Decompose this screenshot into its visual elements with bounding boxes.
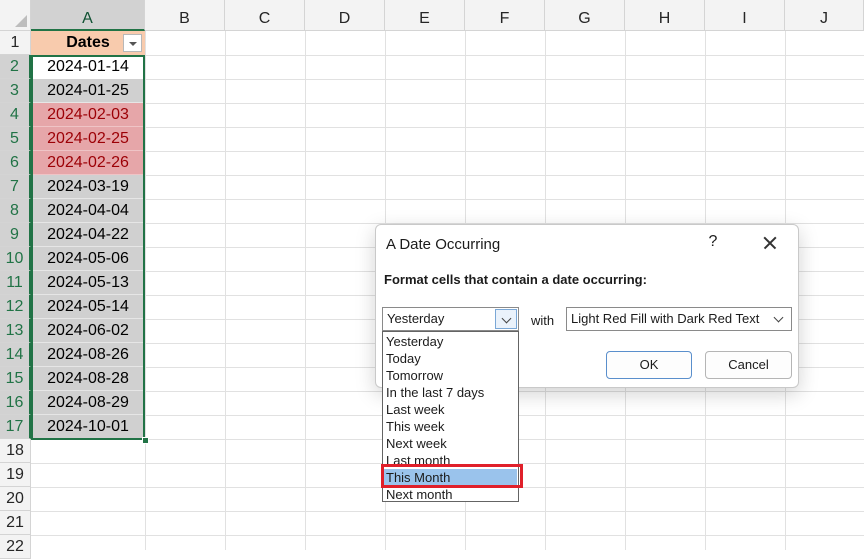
date-cell-highlighted[interactable]: 2024-02-26 bbox=[31, 151, 145, 175]
select-all-triangle-icon bbox=[15, 15, 27, 27]
column-header-h[interactable]: H bbox=[625, 0, 705, 31]
row-header-4[interactable]: 4 bbox=[0, 103, 31, 127]
cancel-button[interactable]: Cancel bbox=[705, 351, 792, 379]
date-cell[interactable]: 2024-06-02 bbox=[31, 319, 145, 343]
row-header-6[interactable]: 6 bbox=[0, 151, 31, 175]
gridline bbox=[145, 31, 146, 550]
date-cell[interactable]: 2024-04-04 bbox=[31, 199, 145, 223]
date-cell[interactable]: 2024-05-06 bbox=[31, 247, 145, 271]
row-header-5[interactable]: 5 bbox=[0, 127, 31, 151]
gridline bbox=[31, 199, 864, 200]
filter-dropdown-icon[interactable] bbox=[123, 34, 142, 52]
date-cell[interactable]: 2024-01-25 bbox=[31, 79, 145, 103]
date-cell[interactable]: 2024-10-01 bbox=[31, 415, 145, 439]
option-last-7-days[interactable]: In the last 7 days bbox=[384, 384, 517, 401]
row-header-11[interactable]: 11 bbox=[0, 271, 31, 295]
gridline bbox=[31, 175, 864, 176]
option-last-month[interactable]: Last month bbox=[384, 452, 517, 469]
column-header-d[interactable]: D bbox=[305, 0, 385, 31]
column-header-b[interactable]: B bbox=[145, 0, 225, 31]
row-header-1[interactable]: 1 bbox=[0, 31, 31, 55]
chevron-down-icon[interactable] bbox=[495, 309, 517, 329]
date-cell[interactable]: 2024-01-14 bbox=[31, 55, 145, 79]
gridline bbox=[31, 55, 864, 56]
help-icon[interactable]: ? bbox=[706, 233, 720, 253]
row-header-13[interactable]: 13 bbox=[0, 319, 31, 343]
row-header-10[interactable]: 10 bbox=[0, 247, 31, 271]
row-header-19[interactable]: 19 bbox=[0, 463, 31, 487]
column-header-e[interactable]: E bbox=[385, 0, 465, 31]
ok-button[interactable]: OK bbox=[606, 351, 692, 379]
date-cell[interactable]: 2024-04-22 bbox=[31, 223, 145, 247]
date-cell-highlighted[interactable]: 2024-02-03 bbox=[31, 103, 145, 127]
gridline bbox=[305, 31, 306, 550]
option-this-month[interactable]: This Month bbox=[384, 469, 517, 486]
row-header-7[interactable]: 7 bbox=[0, 175, 31, 199]
option-next-month[interactable]: Next month bbox=[384, 486, 517, 503]
gridline bbox=[31, 535, 864, 536]
gridline bbox=[31, 151, 864, 152]
row-header-18[interactable]: 18 bbox=[0, 439, 31, 463]
row-header-20[interactable]: 20 bbox=[0, 487, 31, 511]
row-header-22[interactable]: 22 bbox=[0, 535, 31, 559]
fill-handle[interactable] bbox=[142, 437, 149, 444]
chevron-down-icon[interactable] bbox=[768, 309, 790, 329]
row-header-17[interactable]: 17 bbox=[0, 415, 31, 439]
gridline bbox=[31, 79, 864, 80]
close-icon[interactable] bbox=[758, 231, 782, 255]
row-header-2[interactable]: 2 bbox=[0, 55, 31, 79]
date-cell[interactable]: 2024-08-28 bbox=[31, 367, 145, 391]
option-today[interactable]: Today bbox=[384, 350, 517, 367]
row-header-12[interactable]: 12 bbox=[0, 295, 31, 319]
select-all-corner[interactable] bbox=[0, 0, 31, 31]
date-cell-highlighted[interactable]: 2024-02-25 bbox=[31, 127, 145, 151]
date-cell[interactable]: 2024-08-29 bbox=[31, 391, 145, 415]
with-label: with bbox=[531, 313, 555, 328]
row-header-21[interactable]: 21 bbox=[0, 511, 31, 535]
row-header-16[interactable]: 16 bbox=[0, 391, 31, 415]
option-last-week[interactable]: Last week bbox=[384, 401, 517, 418]
row-header-15[interactable]: 15 bbox=[0, 367, 31, 391]
row-header-8[interactable]: 8 bbox=[0, 199, 31, 223]
option-this-week[interactable]: This week bbox=[384, 418, 517, 435]
format-select[interactable]: Light Red Fill with Dark Red Text bbox=[566, 307, 792, 331]
column-header-c[interactable]: C bbox=[225, 0, 305, 31]
gridline bbox=[31, 127, 864, 128]
row-header-14[interactable]: 14 bbox=[0, 343, 31, 367]
row-header-3[interactable]: 3 bbox=[0, 79, 31, 103]
date-cell[interactable]: 2024-05-13 bbox=[31, 271, 145, 295]
date-cell[interactable]: 2024-03-19 bbox=[31, 175, 145, 199]
dialog-title: A Date Occurring bbox=[386, 236, 501, 253]
option-tomorrow[interactable]: Tomorrow bbox=[384, 367, 517, 384]
date-condition-select[interactable]: Yesterday bbox=[382, 307, 519, 331]
gridline bbox=[31, 103, 864, 104]
date-cell[interactable]: 2024-08-26 bbox=[31, 343, 145, 367]
date-condition-dropdown-list: Yesterday Today Tomorrow In the last 7 d… bbox=[382, 331, 519, 502]
gridline bbox=[225, 31, 226, 550]
date-condition-value: Yesterday bbox=[387, 311, 445, 326]
row-header-9[interactable]: 9 bbox=[0, 223, 31, 247]
gridline bbox=[31, 511, 864, 512]
column-header-g[interactable]: G bbox=[545, 0, 625, 31]
option-yesterday[interactable]: Yesterday bbox=[384, 333, 517, 350]
column-header-a[interactable]: A bbox=[31, 0, 145, 31]
dialog-instruction: Format cells that contain a date occurri… bbox=[384, 272, 647, 287]
column-header-i[interactable]: I bbox=[705, 0, 785, 31]
date-cell[interactable]: 2024-05-14 bbox=[31, 295, 145, 319]
column-header-f[interactable]: F bbox=[465, 0, 545, 31]
column-header-j[interactable]: J bbox=[785, 0, 864, 31]
format-value: Light Red Fill with Dark Red Text bbox=[571, 311, 760, 326]
option-next-week[interactable]: Next week bbox=[384, 435, 517, 452]
